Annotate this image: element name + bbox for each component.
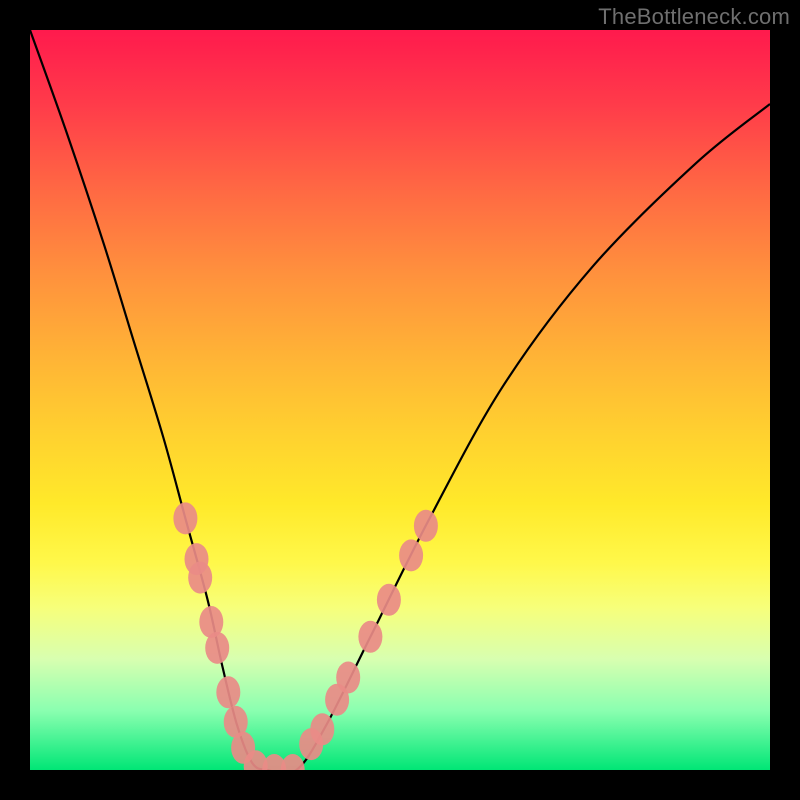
highlight-point xyxy=(377,584,401,616)
watermark-text: TheBottleneck.com xyxy=(598,4,790,30)
highlight-point xyxy=(414,510,438,542)
highlight-point xyxy=(188,562,212,594)
highlight-point xyxy=(310,713,334,745)
highlight-point xyxy=(205,632,229,664)
highlight-points-layer xyxy=(173,502,438,770)
chart-svg xyxy=(30,30,770,770)
highlight-point xyxy=(281,754,305,770)
highlight-point xyxy=(358,621,382,653)
highlight-point xyxy=(173,502,197,534)
plot-area xyxy=(30,30,770,770)
highlight-point xyxy=(336,662,360,694)
highlight-point xyxy=(399,539,423,571)
curve-layer xyxy=(30,30,770,770)
highlight-point xyxy=(216,676,240,708)
bottleneck-curve-path xyxy=(30,30,770,770)
chart-frame: TheBottleneck.com xyxy=(0,0,800,800)
